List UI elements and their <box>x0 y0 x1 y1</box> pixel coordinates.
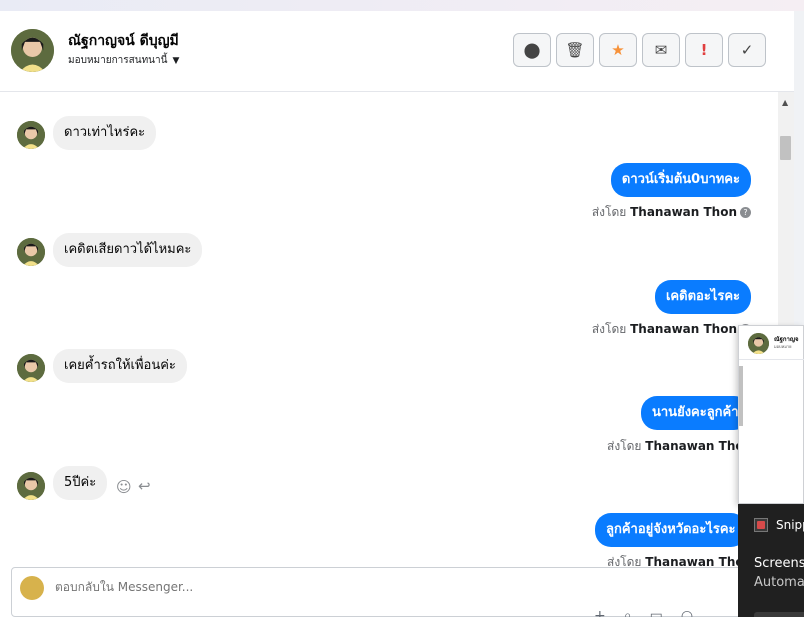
contact-avatar <box>17 354 45 382</box>
envelope-icon: ✉ <box>654 41 668 59</box>
image-icon[interactable]: ▭ <box>650 608 663 617</box>
mark-unread-button[interactable]: ✉ <box>642 33 680 67</box>
reply-arrow-icon[interactable]: ↩ <box>138 477 151 495</box>
contact-avatar <box>17 238 45 266</box>
reply-composer: + ⌕ ▭ ○ <box>11 567 746 617</box>
popup-scrollbar[interactable] <box>739 366 743 426</box>
alert-circle-icon: ⬤ <box>523 41 541 59</box>
info-icon[interactable]: ? <box>740 207 751 218</box>
popup-assign-label: มอบหมาย <box>774 344 792 349</box>
scroll-up-arrow-icon[interactable]: ▲ <box>782 98 788 107</box>
assign-label: มอบหมายการสนทนานี้ <box>68 55 168 66</box>
message-thread: ดาวเท่าไหร่คะ ดาวน์เริ่มต้น0บาทคะ ส่งโดย… <box>0 92 778 567</box>
message-incoming[interactable]: ดาวเท่าไหร่คะ <box>53 116 157 150</box>
sent-by-label: ส่งโดย Thanawan Thon? <box>592 203 751 222</box>
star-button[interactable]: ★ <box>599 33 637 67</box>
trash-icon: 🗑 <box>565 41 585 59</box>
notification-app-row: Snipp <box>754 518 804 532</box>
conversation-actions: ⬤ 🗑 ★ ✉ ! ✓ <box>513 33 766 67</box>
notification-body: Automat <box>754 575 804 590</box>
checkmark-icon: ✓ <box>740 41 754 59</box>
attachment-icon[interactable]: ⌕ <box>624 608 632 617</box>
done-button[interactable]: ✓ <box>728 33 766 67</box>
composer-toolbar: + ⌕ ▭ ○ <box>594 608 693 617</box>
smiley-react-icon[interactable]: ☺ <box>116 478 132 496</box>
conversation-header: ณัฐกาญจน์ ดีบุญมี มอบหมายการสนทนานี้ ▼ ⬤… <box>0 11 794 92</box>
sent-by-label: ส่งโดย Thanawan Thon <box>607 555 753 567</box>
emoji-icon[interactable]: ○ <box>681 608 693 617</box>
message-outgoing[interactable]: นานยังคะลูกค้า <box>641 396 750 430</box>
snipping-tool-icon <box>754 518 768 532</box>
chat-popup-window[interactable]: ณัฐกาญจ มอบหมาย <box>738 325 804 504</box>
contact-name[interactable]: ณัฐกาญจน์ ดีบุญมี <box>68 30 179 52</box>
snipping-tool-notification[interactable]: Snipp Screensh Automat <box>738 504 804 617</box>
sent-by-label: ส่งโดย Thanawan Thon? <box>592 320 751 339</box>
conversation-panel: ณัฐกาญจน์ ดีบุญมี มอบหมายการสนทนานี้ ▼ ⬤… <box>0 11 794 617</box>
notification-app-name: Snipp <box>776 518 804 532</box>
popup-contact-avatar <box>748 333 769 354</box>
delete-button[interactable]: 🗑 <box>556 33 594 67</box>
contact-avatar[interactable] <box>11 29 54 72</box>
message-outgoing[interactable]: ลูกค้าอยู่จังหวัดอะไรคะ <box>595 513 747 547</box>
message-incoming[interactable]: เคดิตเสียดาวได้ไหมคะ <box>53 233 203 267</box>
priority-button[interactable]: ! <box>685 33 723 67</box>
report-button[interactable]: ⬤ <box>513 33 551 67</box>
add-label-icon[interactable]: + <box>594 608 606 617</box>
notification-title: Screensh <box>754 556 804 571</box>
message-outgoing[interactable]: เคดิตอะไรคะ <box>654 280 751 314</box>
contact-avatar <box>17 121 45 149</box>
contact-avatar <box>17 472 45 500</box>
popup-divider <box>739 359 804 360</box>
exclamation-icon: ! <box>700 41 708 59</box>
message-incoming[interactable]: เคยค้ำรถให้เพื่อนค่ะ <box>53 349 187 383</box>
message-outgoing[interactable]: ดาวน์เริ่มต้น0บาทคะ <box>610 163 751 197</box>
assign-dropdown[interactable]: มอบหมายการสนทนานี้ ▼ <box>68 53 179 68</box>
page-avatar <box>20 576 44 600</box>
sent-by-label: ส่งโดย Thanawan Thon <box>607 439 753 453</box>
reply-input[interactable] <box>55 580 655 594</box>
message-incoming[interactable]: 5ปีค่ะ <box>53 466 108 500</box>
caret-down-icon: ▼ <box>172 55 180 66</box>
scroll-thumb[interactable] <box>780 136 791 160</box>
notification-action-button[interactable] <box>754 612 804 617</box>
browser-top-strip <box>0 0 804 11</box>
star-icon: ★ <box>611 41 625 59</box>
